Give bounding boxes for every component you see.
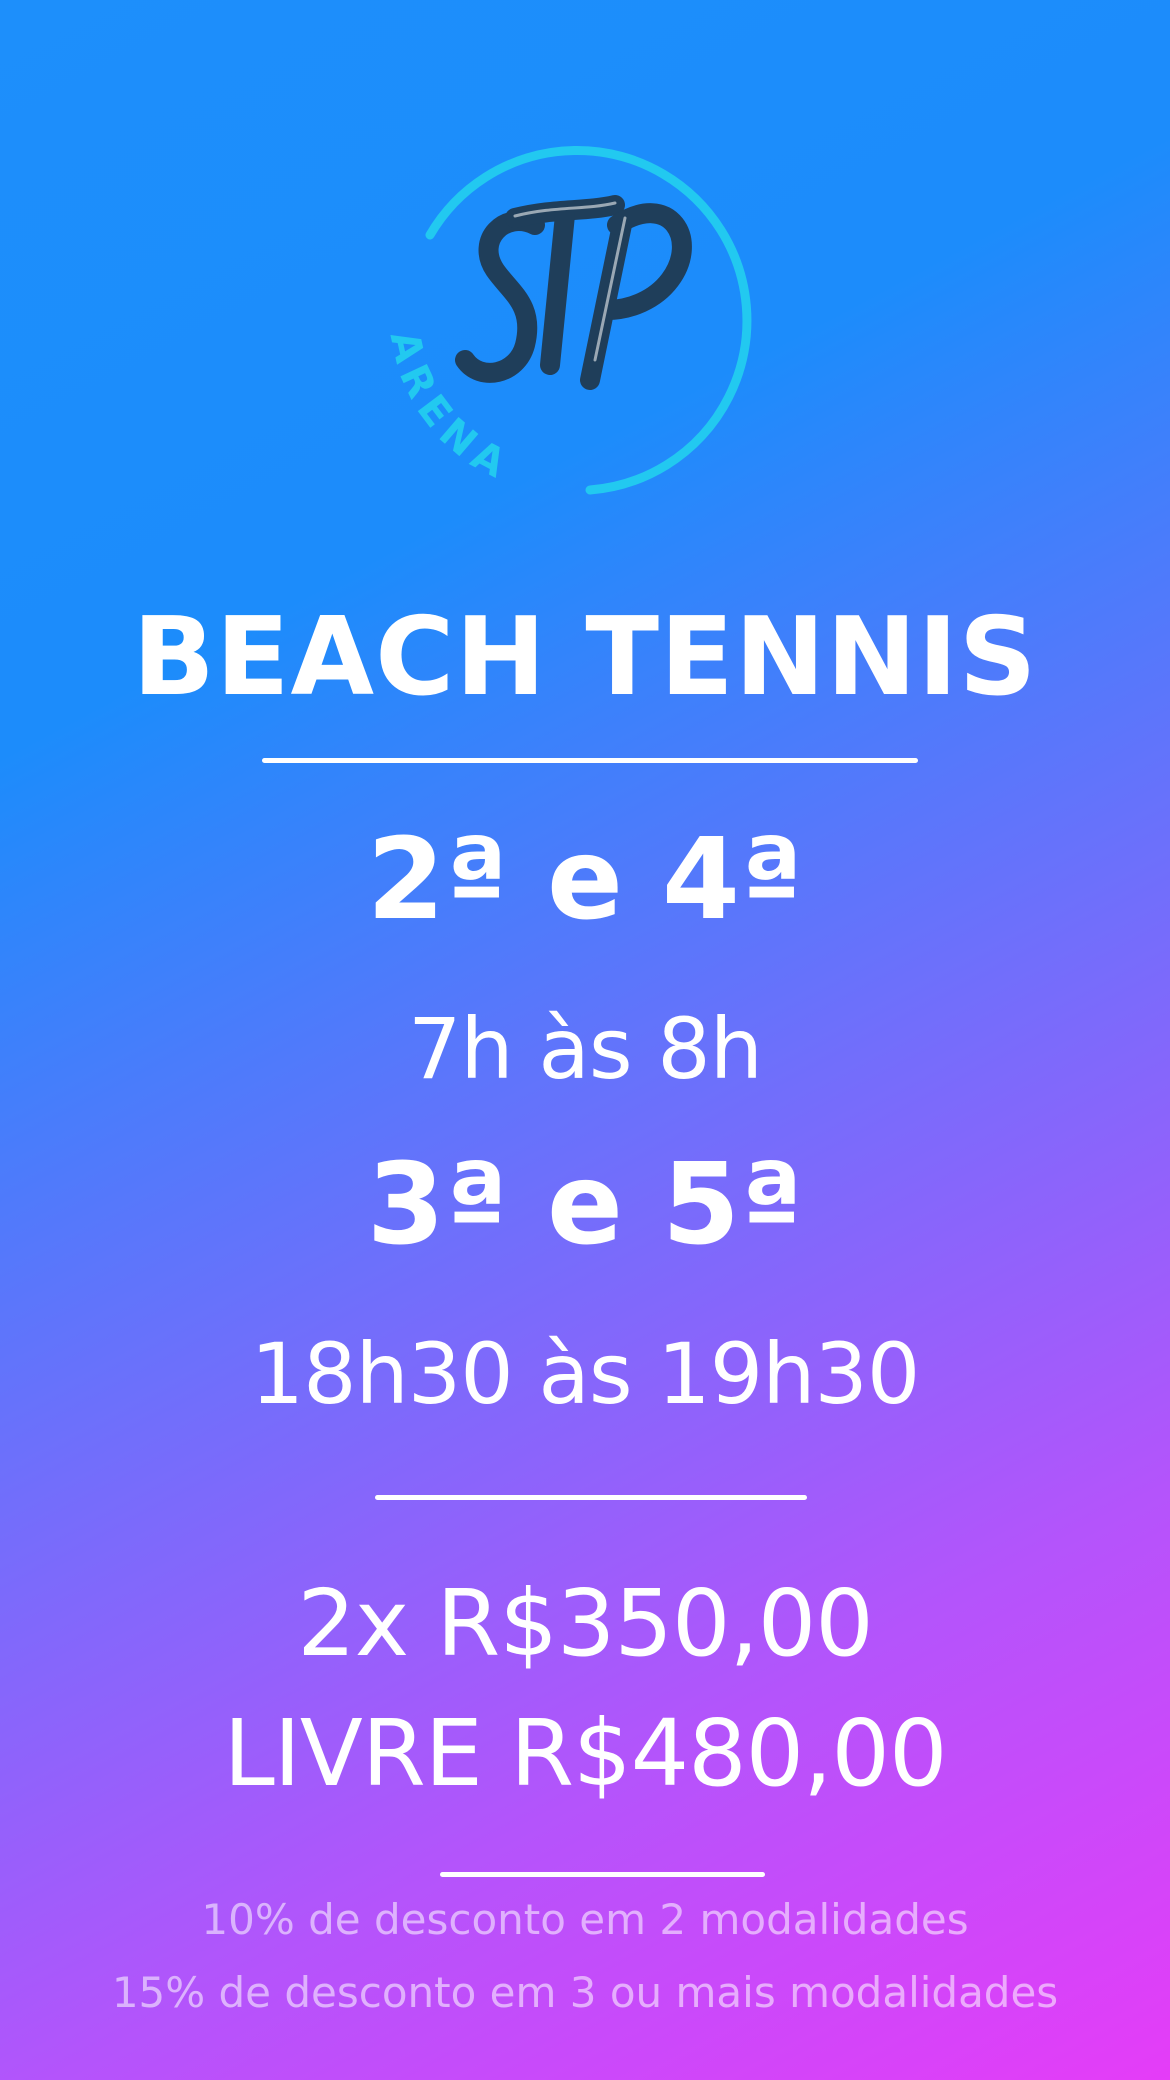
discount-note-2: 15% de desconto em 3 ou mais modalidades	[111, 1968, 1059, 2017]
beach-tennis-poster: ARENA BEACH TENNIS 2ª e 4ª 7h às 8h 3ª e…	[0, 0, 1170, 2080]
price-2x: 2x R$350,00	[297, 1570, 874, 1677]
stp-arena-logo: ARENA	[381, 120, 785, 520]
page-title: BEACH TENNIS	[132, 595, 1038, 720]
schedule-hours-1: 7h às 8h	[407, 1000, 763, 1098]
schedule-days-1: 2ª e 4ª	[366, 815, 804, 945]
price-livre: LIVRE R$480,00	[223, 1700, 948, 1807]
logo-monogram	[455, 195, 692, 390]
divider	[262, 758, 918, 763]
divider	[375, 1495, 807, 1500]
schedule-days-2: 3ª e 5ª	[366, 1140, 804, 1270]
divider	[440, 1872, 765, 1877]
discount-note-1: 10% de desconto em 2 modalidades	[201, 1895, 969, 1944]
schedule-hours-2: 18h30 às 19h30	[250, 1325, 921, 1423]
stp-arena-logo-graphic: ARENA	[381, 146, 752, 495]
logo-ring-text: ARENA	[385, 327, 520, 491]
